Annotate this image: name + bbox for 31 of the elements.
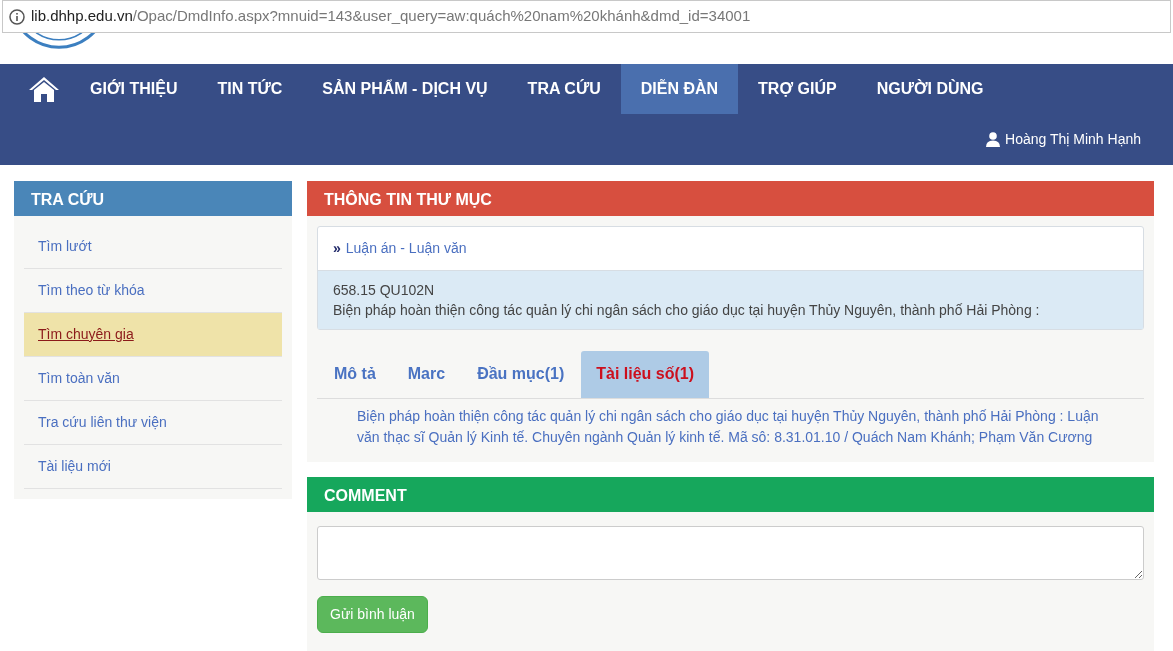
nav-link[interactable]: TIN TỨC <box>197 64 303 114</box>
chevron-text: » <box>333 239 341 258</box>
info-icon[interactable] <box>9 8 25 25</box>
submit-button[interactable]: Gửi bình luận <box>317 596 428 633</box>
tab[interactable]: Marc <box>392 351 461 398</box>
sidebar-link[interactable]: Tài liệu mới <box>24 445 282 489</box>
tab[interactable]: Đầu mục(1) <box>462 351 580 398</box>
panel-title: TRA CỨU <box>14 181 292 216</box>
address-bar[interactable]: lib.dhhp.edu.vn/Opac/DmdInfo.aspx?mnuid=143&user_query=aw:quách%20nam%20khánh&dmd_id=34001 <box>2 0 1171 33</box>
nav-link[interactable]: TRA CỨU <box>507 64 621 114</box>
tab[interactable]: Mô tả <box>319 351 391 398</box>
category-link[interactable]: Luận án - Luận văn <box>345 238 467 259</box>
panel-title: THÔNG TIN THƯ MỤC <box>307 181 1154 216</box>
sidebar-link[interactable]: Tìm toàn văn <box>24 357 282 401</box>
user-icon <box>986 132 1001 147</box>
nav-link[interactable]: SẢN PHẨM - DỊCH VỤ <box>302 64 508 114</box>
nav-link[interactable]: GIỚI THIỆU <box>70 64 198 114</box>
nav-link[interactable]: NGƯỜI DÙNG <box>856 64 1004 114</box>
sidebar-link[interactable]: Tra cứu liên thư viện <box>24 401 282 445</box>
nav-link[interactable]: TRỢ GIÚP <box>738 64 857 114</box>
comment-field[interactable] <box>317 526 1144 580</box>
nav-link[interactable]: DIỄN ĐÀN <box>620 64 739 114</box>
sidebar-link[interactable]: Tìm lướt <box>24 225 282 269</box>
tab[interactable]: Tài liệu số(1) <box>581 351 710 398</box>
url-text: lib.dhhp.edu.vn/Opac/DmdInfo.aspx?mnuid=143&user_query=aw:quách%20nam%20khánh&dmd_id=34001 <box>31 6 751 27</box>
record-summary: Biện pháp hoàn thiện công tác quản lý chi ngân sách cho giáo dục tại huyện Thủy Nguyên, thành phố Hải Phòng : <box>333 301 1041 320</box>
call-number: 658.15 QU102N <box>333 281 436 300</box>
sidebar-link[interactable]: Tìm chuyên gia <box>24 313 282 357</box>
panel-title: COMMENT <box>307 477 1154 512</box>
user-name[interactable]: Hoàng Thị Minh Hạnh <box>1005 129 1141 150</box>
record-description: Biện pháp hoàn thiện công tác quản lý chi ngân sách cho giáo dục tại huyện Thủy Nguyên, thành phố Hải Phòng : Luận văn thạc sĩ Quản lý Kinh tế. Chuyên ngành Quản lý kinh tế. Mã sô: 8.31.01.10 / Quách Nam Khánh; Phạm Văn Cương <box>356 407 1100 447</box>
